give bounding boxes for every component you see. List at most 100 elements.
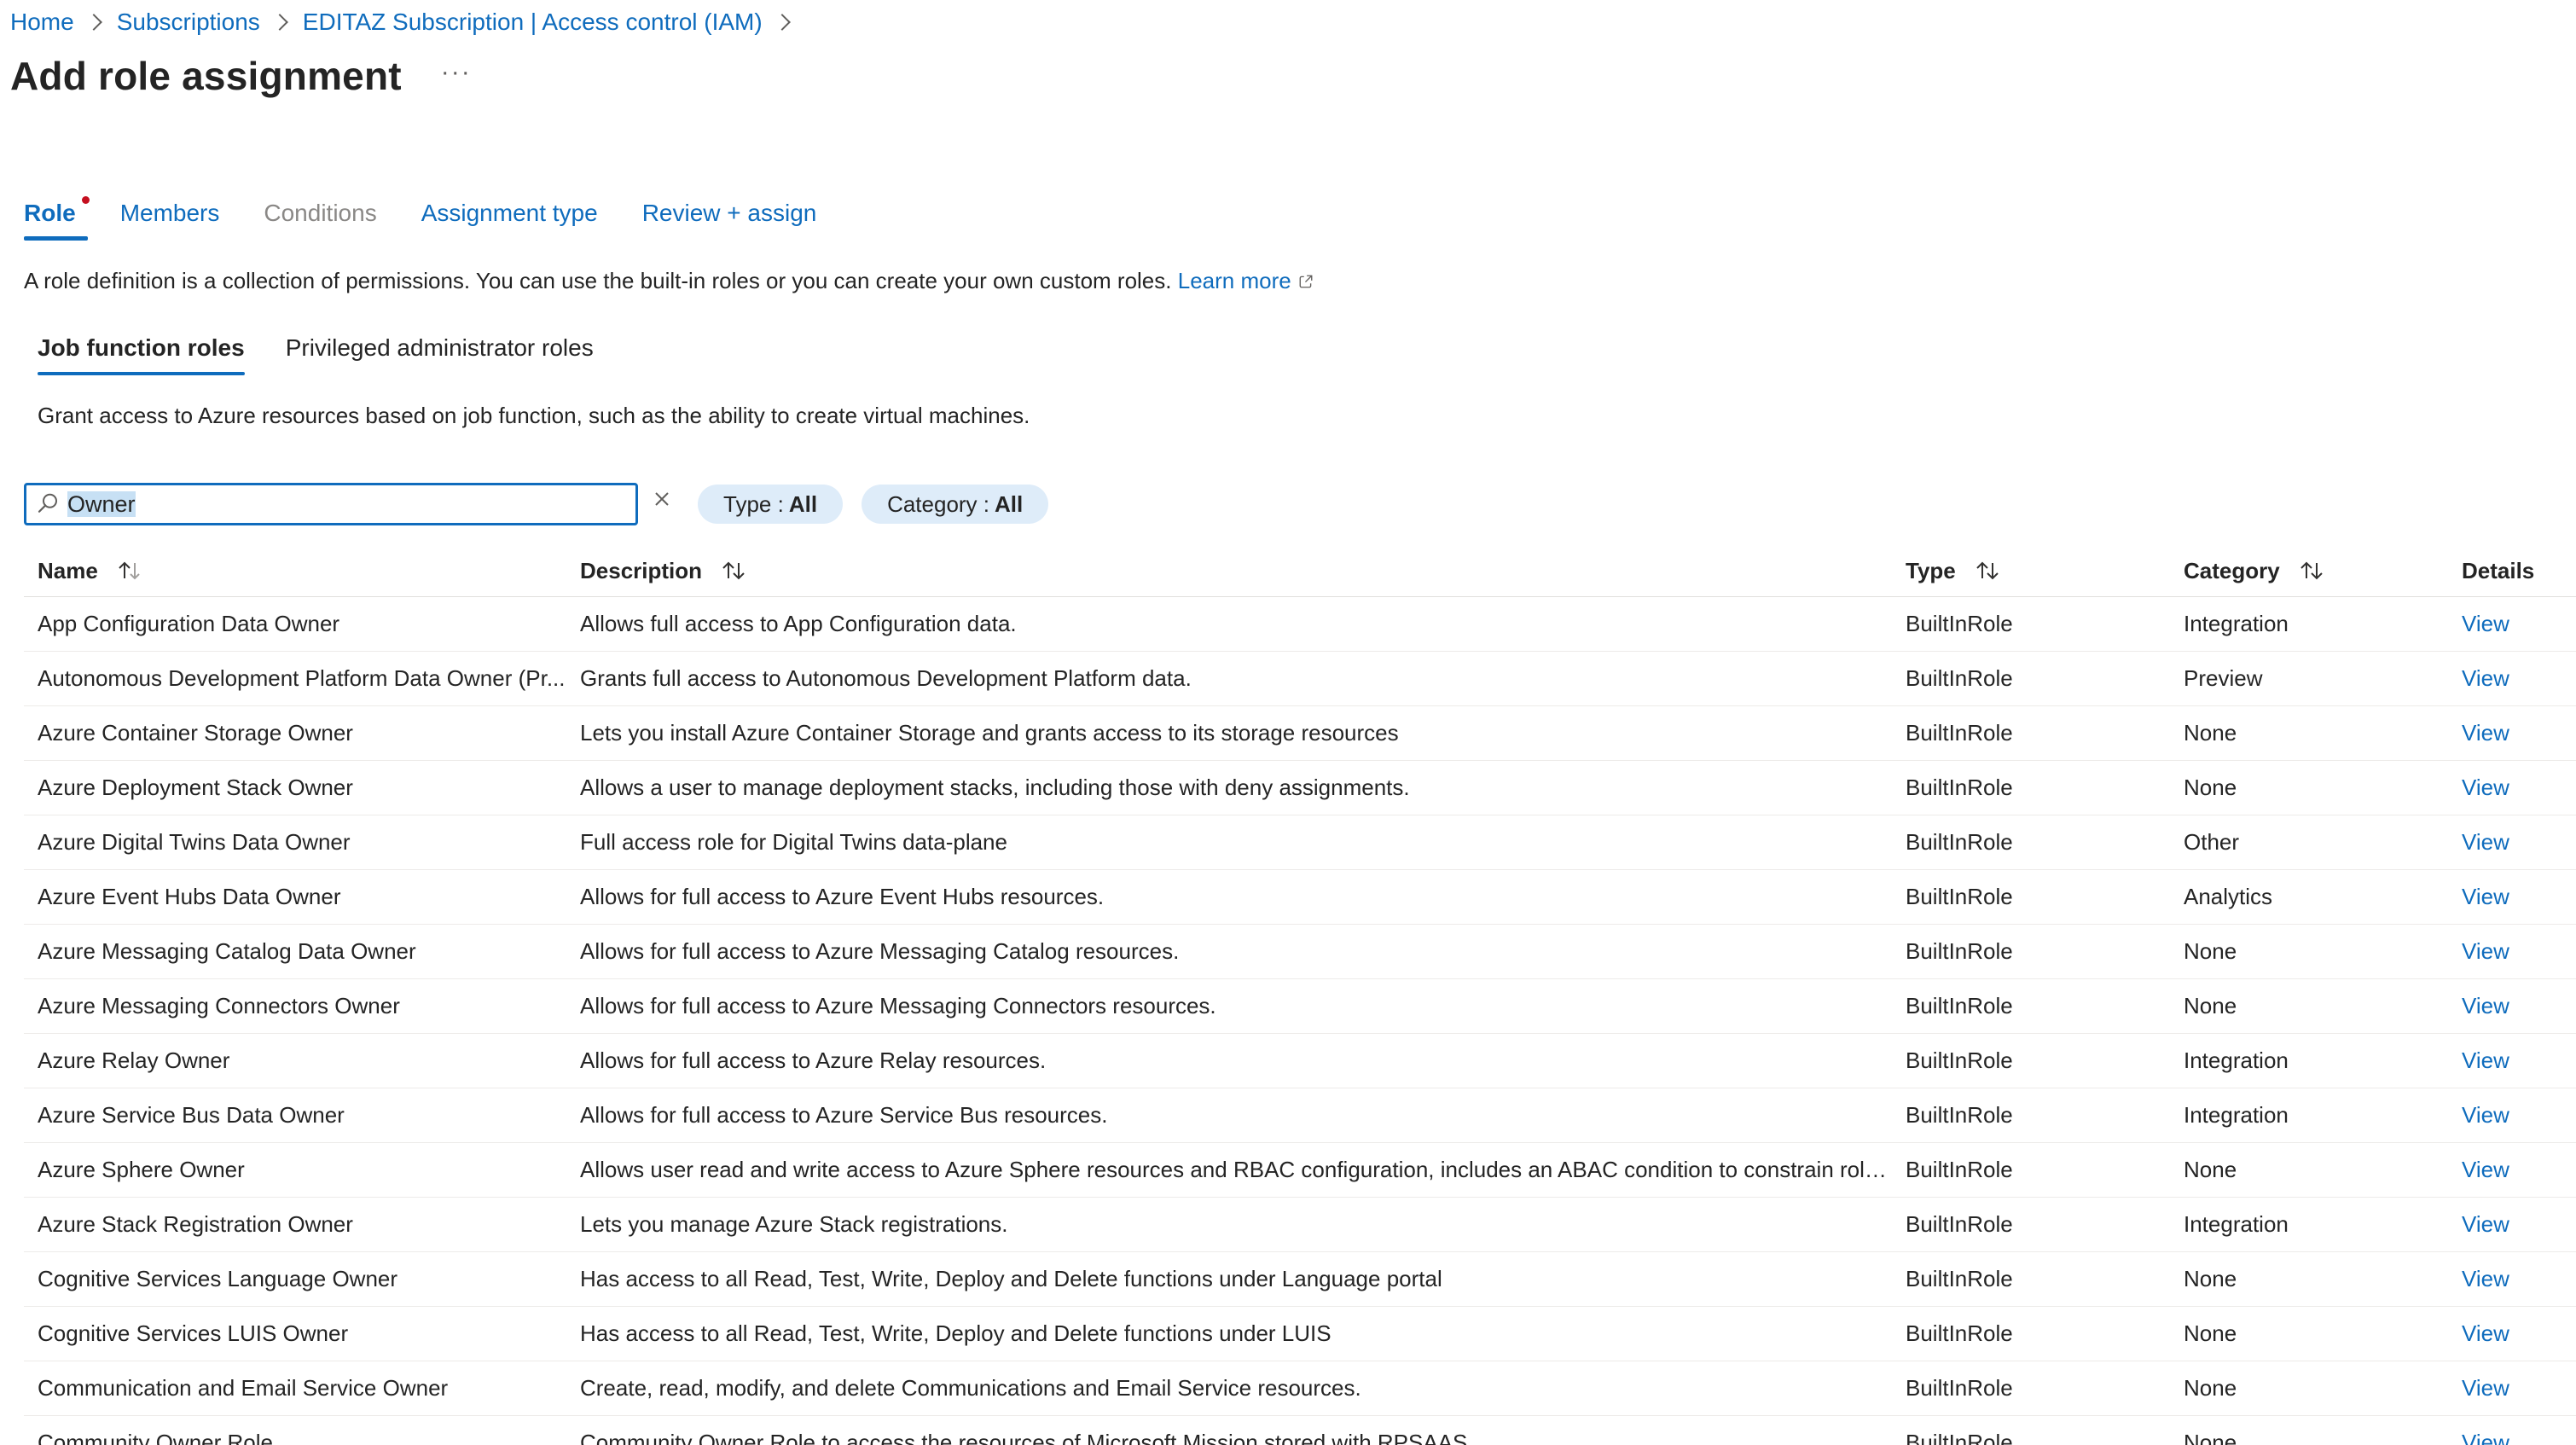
- search-box[interactable]: Owner: [24, 483, 638, 525]
- job-function-description: Grant access to Azure resources based on…: [38, 403, 1030, 428]
- role-description: Allows for full access to Azure Messagin…: [580, 993, 1216, 1018]
- table-row[interactable]: Azure Service Bus Data Owner Allows for f…: [24, 1088, 2576, 1143]
- tab-role[interactable]: Role: [24, 196, 90, 241]
- role-type-tabs: Job function roles Privileged administra…: [38, 334, 635, 375]
- role-name: Azure Digital Twins Data Owner: [38, 829, 351, 855]
- view-details-link[interactable]: View: [2462, 1157, 2509, 1182]
- table-row[interactable]: Azure Relay Owner Allows for full access …: [24, 1034, 2576, 1088]
- view-details-link[interactable]: View: [2462, 1266, 2509, 1291]
- table-row[interactable]: Azure Digital Twins Data Owner Full acces…: [24, 815, 2576, 870]
- tab-conditions[interactable]: Conditions: [264, 200, 376, 241]
- chevron-right-icon: [773, 14, 791, 31]
- view-details-link[interactable]: View: [2462, 993, 2509, 1018]
- column-name-label: Name: [38, 558, 98, 583]
- role-category: None: [2184, 1266, 2237, 1291]
- intro-text: A role definition is a collection of per…: [24, 268, 1172, 293]
- table-row[interactable]: Azure Sphere Owner Allows user read and w…: [24, 1143, 2576, 1198]
- search-input[interactable]: Owner: [67, 490, 613, 518]
- role-name: Cognitive Services Language Owner: [38, 1266, 398, 1291]
- column-header-type[interactable]: Type: [1897, 558, 2175, 584]
- role-name: Azure Service Bus Data Owner: [38, 1102, 345, 1128]
- view-details-link[interactable]: View: [2462, 884, 2509, 909]
- role-name: Azure Sphere Owner: [38, 1157, 245, 1182]
- learn-more-label: Learn more: [1177, 268, 1291, 293]
- wizard-tabs: Role Members Conditions Assignment type …: [24, 196, 861, 241]
- table-row[interactable]: Azure Container Storage Owner Lets you in…: [24, 706, 2576, 761]
- tab-role-label: Role: [24, 200, 76, 226]
- role-description: Grants full access to Autonomous Develop…: [580, 665, 1192, 691]
- view-details-link[interactable]: View: [2462, 775, 2509, 800]
- role-name: Azure Event Hubs Data Owner: [38, 884, 341, 909]
- sort-icon: [2300, 561, 2323, 580]
- view-details-link[interactable]: View: [2462, 611, 2509, 636]
- tab-job-function-roles[interactable]: Job function roles: [38, 334, 245, 375]
- more-options-button[interactable]: ···: [441, 58, 472, 87]
- tab-assignment-type[interactable]: Assignment type: [421, 200, 598, 241]
- table-row[interactable]: Azure Deployment Stack Owner Allows a use…: [24, 761, 2576, 815]
- tab-privileged-admin-roles[interactable]: Privileged administrator roles: [286, 334, 594, 375]
- column-header-details: Details: [2462, 558, 2535, 583]
- table-row[interactable]: Azure Messaging Connectors Owner Allows f…: [24, 979, 2576, 1034]
- role-description: Create, read, modify, and delete Communi…: [580, 1375, 1361, 1401]
- role-name: App Configuration Data Owner: [38, 611, 340, 636]
- table-row[interactable]: App Configuration Data Owner Allows full …: [24, 597, 2576, 652]
- role-category: Analytics: [2184, 884, 2273, 909]
- column-header-category[interactable]: Category: [2175, 558, 2453, 584]
- tab-members[interactable]: Members: [120, 200, 220, 241]
- view-details-link[interactable]: View: [2462, 829, 2509, 855]
- table-row[interactable]: Cognitive Services Language Owner Has acc…: [24, 1252, 2576, 1307]
- view-details-link[interactable]: View: [2462, 665, 2509, 691]
- chevron-right-icon: [84, 14, 102, 31]
- column-type-label: Type: [1906, 558, 1956, 583]
- learn-more-link[interactable]: Learn more: [1178, 268, 1314, 293]
- role-type: BuiltInRole: [1906, 1375, 2013, 1401]
- table-row[interactable]: Communication and Email Service Owner Cre…: [24, 1361, 2576, 1416]
- required-indicator-icon: [81, 196, 90, 204]
- role-category: None: [2184, 1157, 2237, 1182]
- role-name: Community Owner Role: [38, 1430, 273, 1445]
- table-row[interactable]: Azure Stack Registration Owner Lets you m…: [24, 1198, 2576, 1252]
- role-name: Azure Deployment Stack Owner: [38, 775, 353, 800]
- breadcrumb-home[interactable]: Home: [10, 9, 74, 36]
- view-details-link[interactable]: View: [2462, 1430, 2509, 1445]
- role-description: Allows for full access to Azure Service …: [580, 1102, 1108, 1128]
- role-type: BuiltInRole: [1906, 938, 2013, 964]
- role-category: Other: [2184, 829, 2240, 855]
- view-details-link[interactable]: View: [2462, 1047, 2509, 1073]
- view-details-link[interactable]: View: [2462, 720, 2509, 746]
- role-description: Allows for full access to Azure Relay re…: [580, 1047, 1047, 1073]
- table-row[interactable]: Azure Messaging Catalog Data Owner Allows…: [24, 925, 2576, 979]
- column-header-name[interactable]: Name: [24, 558, 566, 584]
- table-row[interactable]: Cognitive Services LUIS Owner Has access …: [24, 1307, 2576, 1361]
- type-filter-pill[interactable]: Type : All: [698, 485, 844, 524]
- role-name: Azure Stack Registration Owner: [38, 1211, 353, 1237]
- role-type: BuiltInRole: [1906, 665, 2013, 691]
- role-category: None: [2184, 993, 2237, 1018]
- table-header: Name Description Type Category Details: [24, 546, 2576, 597]
- role-category: Integration: [2184, 1102, 2289, 1128]
- view-details-link[interactable]: View: [2462, 1375, 2509, 1401]
- view-details-link[interactable]: View: [2462, 938, 2509, 964]
- role-type: BuiltInRole: [1906, 829, 2013, 855]
- role-description: Lets you install Azure Container Storage…: [580, 720, 1399, 746]
- view-details-link[interactable]: View: [2462, 1102, 2509, 1128]
- table-row[interactable]: Community Owner Role Community Owner Role…: [24, 1416, 2576, 1445]
- role-description: Has access to all Read, Test, Write, Dep…: [580, 1266, 1442, 1291]
- category-filter-pill[interactable]: Category : All: [862, 485, 1049, 524]
- table-row[interactable]: Azure Event Hubs Data Owner Allows for fu…: [24, 870, 2576, 925]
- breadcrumb: Home Subscriptions EDITAZ Subscription |…: [10, 9, 805, 36]
- tab-review-assign[interactable]: Review + assign: [642, 200, 817, 241]
- category-filter-label: Category :: [887, 490, 990, 517]
- clear-search-button[interactable]: [645, 482, 679, 516]
- role-category: None: [2184, 1430, 2237, 1445]
- page-title: Add role assignment: [10, 54, 402, 98]
- role-description: Allows for full access to Azure Event Hu…: [580, 884, 1105, 909]
- breadcrumb-access-control[interactable]: EDITAZ Subscription | Access control (IA…: [303, 9, 763, 36]
- column-header-description[interactable]: Description: [566, 558, 1897, 584]
- role-type: BuiltInRole: [1906, 993, 2013, 1018]
- breadcrumb-subscriptions[interactable]: Subscriptions: [117, 9, 260, 36]
- view-details-link[interactable]: View: [2462, 1320, 2509, 1346]
- search-icon: [38, 493, 57, 513]
- table-row[interactable]: Autonomous Development Platform Data Own…: [24, 652, 2576, 706]
- view-details-link[interactable]: View: [2462, 1211, 2509, 1237]
